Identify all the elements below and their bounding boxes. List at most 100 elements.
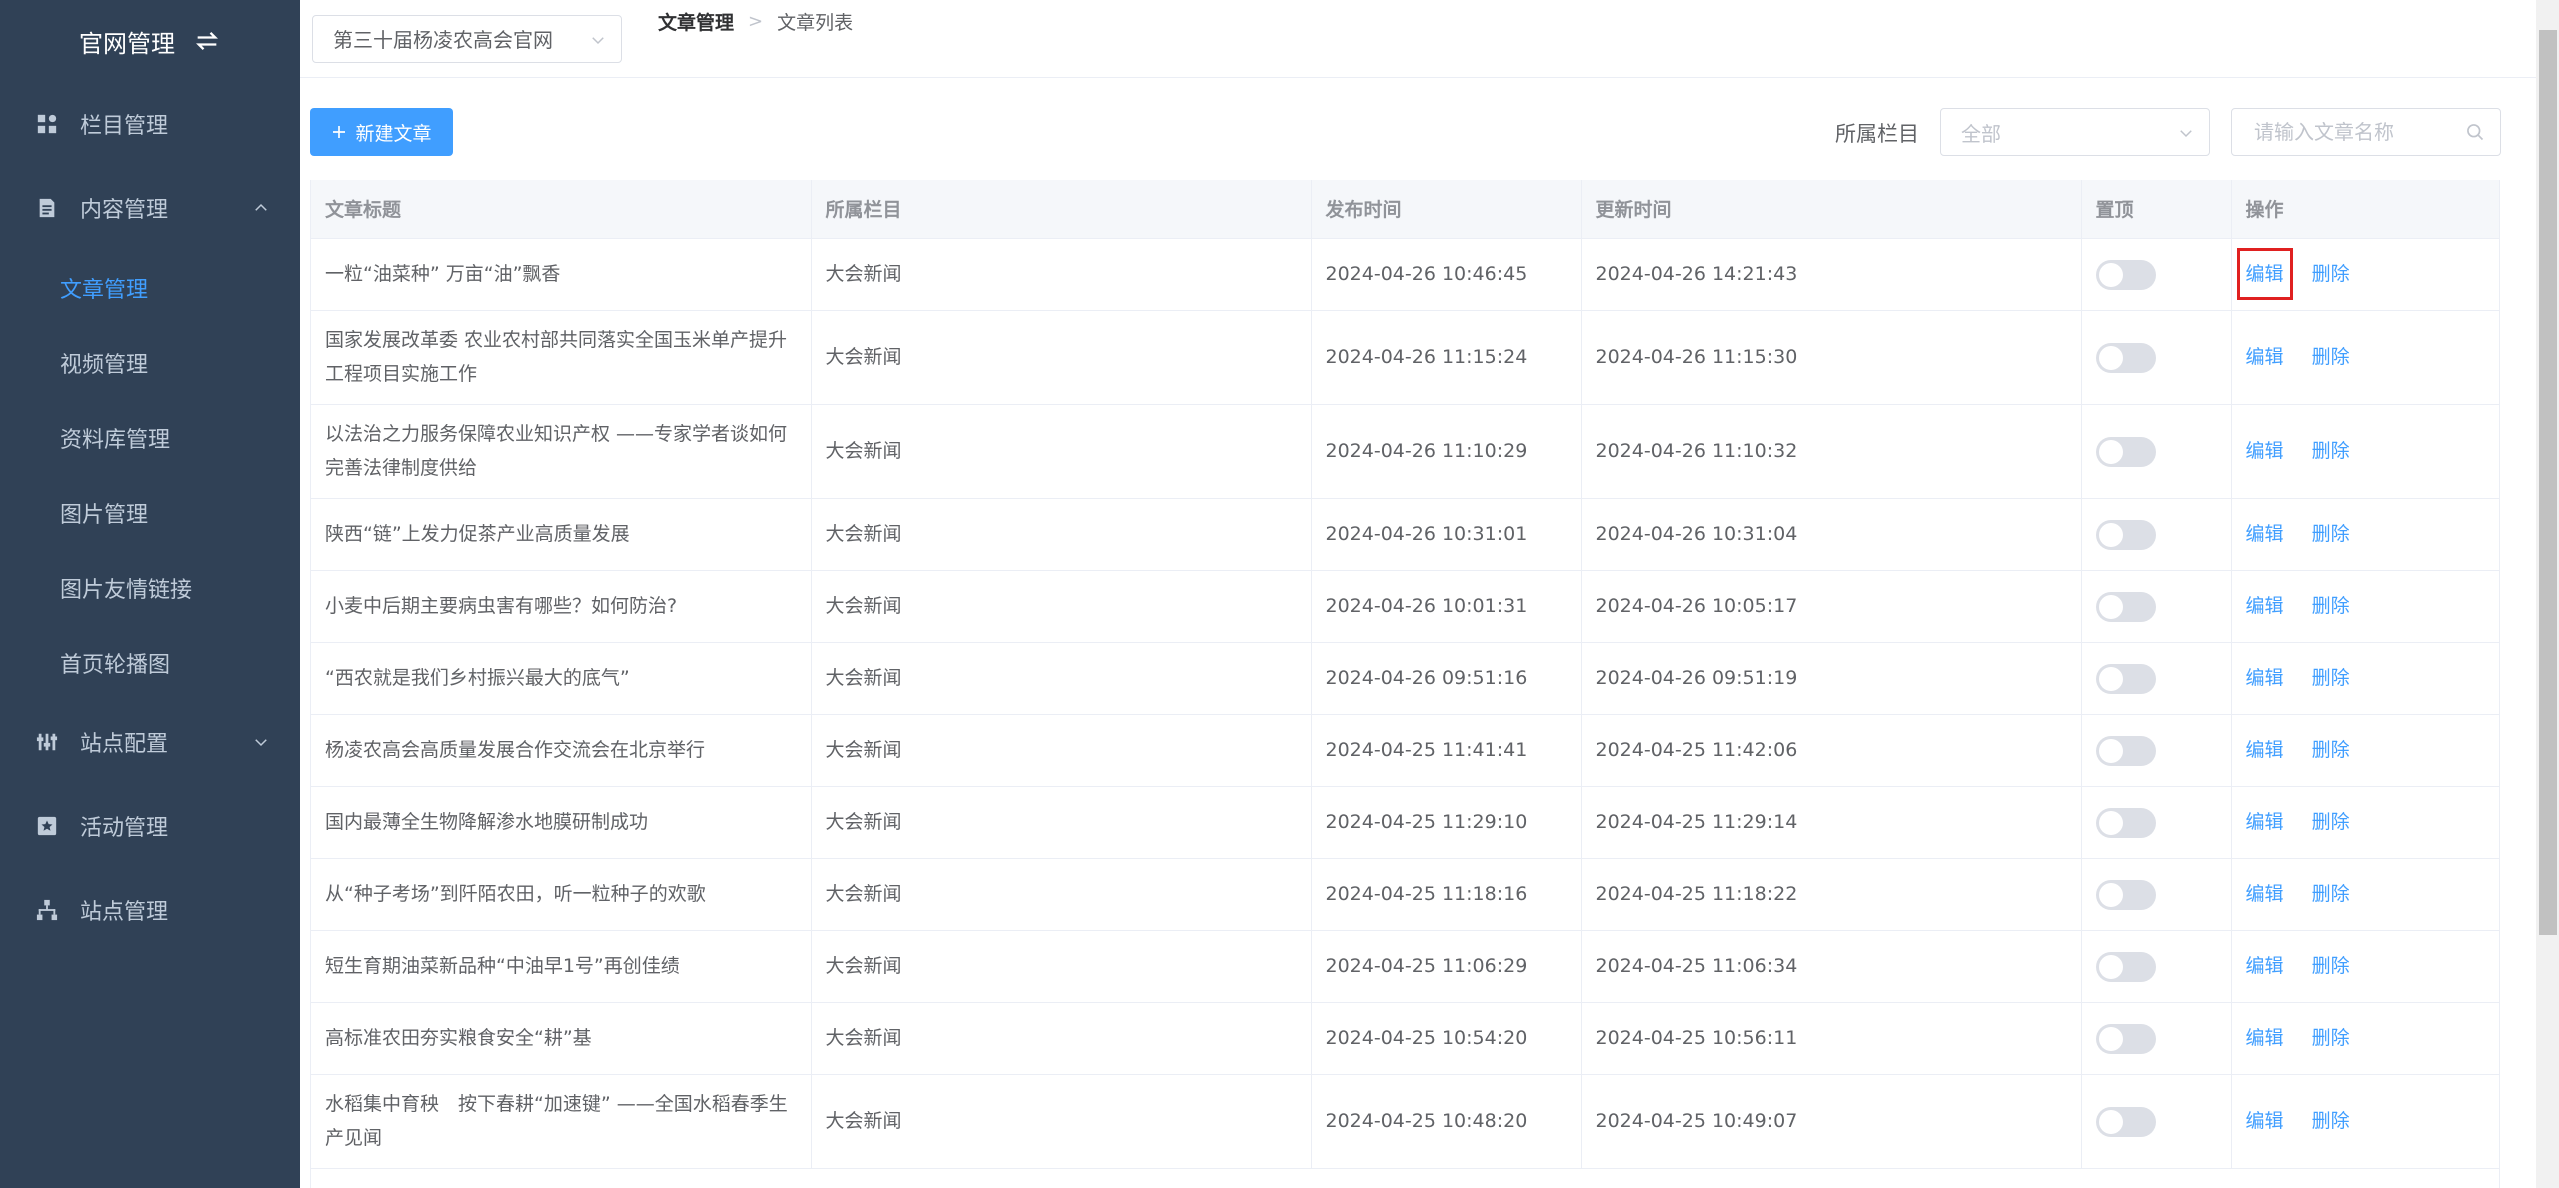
column-header-updated: 更新时间 <box>1581 180 2082 239</box>
settings-icon <box>36 733 58 751</box>
delete-button[interactable]: 删除 <box>2312 589 2350 623</box>
edit-button[interactable]: 编辑 <box>2246 340 2284 374</box>
cell-updated: 2024-04-25 10:56:11 <box>1581 1002 2082 1075</box>
cell-pinned <box>2081 786 2232 859</box>
delete-button[interactable]: 删除 <box>2312 434 2350 468</box>
scrollbar-track[interactable] <box>2536 0 2559 1188</box>
toggle-knob <box>2098 345 2123 370</box>
delete-button[interactable]: 删除 <box>2312 517 2350 551</box>
toggle-knob <box>2098 666 2123 691</box>
delete-button[interactable]: 删除 <box>2312 877 2350 911</box>
edit-button[interactable]: 编辑 <box>2246 949 2284 983</box>
pin-toggle[interactable] <box>2095 519 2156 550</box>
table-row: 小麦中后期主要病虫害有哪些？如何防治? 大会新闻 2024-04-26 10:0… <box>311 570 2499 643</box>
topbar: 第三十届杨凌农高会官网 文章管理 > 文章列表 <box>300 0 2536 78</box>
edit-button[interactable]: 编辑 <box>2246 589 2284 623</box>
cell-pinned <box>2081 238 2232 311</box>
cell-actions: 编辑 删除 <box>2231 498 2499 571</box>
table-row: 短生育期油菜新品种“中油早1号”再创佳绩 大会新闻 2024-04-25 11:… <box>311 930 2499 1003</box>
table-header-row: 文章标题 所属栏目 发布时间 更新时间 置顶 操作 <box>311 180 2499 239</box>
submenu-library-management[interactable]: 资料库管理 <box>0 400 300 475</box>
delete-button[interactable]: 删除 <box>2312 805 2350 839</box>
pin-toggle[interactable] <box>2095 1023 2156 1054</box>
pin-toggle[interactable] <box>2095 591 2156 622</box>
pin-toggle[interactable] <box>2095 436 2156 467</box>
submenu-home-carousel[interactable]: 首页轮播图 <box>0 625 300 700</box>
cell-published: 2024-04-26 10:46:45 <box>1311 238 1582 311</box>
cell-pinned <box>2081 310 2232 405</box>
delete-button[interactable]: 删除 <box>2312 1021 2350 1055</box>
table-row: 从“种子考场”到阡陌农田，听一粒种子的欢歌 大会新闻 2024-04-25 11… <box>311 858 2499 931</box>
toolbar: 新建文章 所属栏目 全部 <box>300 78 2536 180</box>
cell-pinned <box>2081 714 2232 787</box>
cell-category: 大会新闻 <box>811 642 1312 715</box>
submenu-video-management[interactable]: 视频管理 <box>0 325 300 400</box>
cell-published: 2024-04-26 11:15:24 <box>1311 310 1582 405</box>
edit-button[interactable]: 编辑 <box>2246 877 2284 911</box>
pin-toggle[interactable] <box>2095 951 2156 982</box>
submenu-image-management[interactable]: 图片管理 <box>0 475 300 550</box>
cell-published: 2024-04-26 10:01:31 <box>1311 570 1582 643</box>
category-select[interactable]: 全部 <box>1940 108 2210 156</box>
pin-toggle[interactable] <box>2095 259 2156 290</box>
pin-toggle[interactable] <box>2095 342 2156 373</box>
menu-column-management[interactable]: 栏目管理 <box>0 82 300 166</box>
delete-button[interactable]: 删除 <box>2312 257 2350 291</box>
table-row: 一粒“油菜种” 万亩“油”飘香 大会新闻 2024-04-26 10:46:45… <box>311 238 2499 311</box>
edit-button[interactable]: 编辑 <box>2236 248 2293 300</box>
pin-toggle[interactable] <box>2095 807 2156 838</box>
search-input[interactable] <box>2231 108 2501 156</box>
edit-button[interactable]: 编辑 <box>2246 434 2284 468</box>
cell-actions: 编辑 删除 <box>2231 858 2499 931</box>
breadcrumb-separator-icon: > <box>748 11 764 32</box>
delete-button[interactable]: 删除 <box>2312 661 2350 695</box>
site-select[interactable]: 第三十届杨凌农高会官网 <box>312 14 622 63</box>
cell-category: 大会新闻 <box>811 310 1312 405</box>
cell-updated: 2024-04-25 11:18:22 <box>1581 858 2082 931</box>
pin-toggle[interactable] <box>2095 1106 2156 1137</box>
menu-site-config[interactable]: 站点配置 <box>0 700 300 784</box>
delete-button[interactable]: 删除 <box>2312 733 2350 767</box>
pin-toggle[interactable] <box>2095 735 2156 766</box>
menu-content-management[interactable]: 内容管理 <box>0 166 300 250</box>
cell-title: “西农就是我们乡村振兴最大的底气” <box>311 642 812 715</box>
edit-button[interactable]: 编辑 <box>2246 1104 2284 1138</box>
table-row: 高标准农田夯实粮食安全“耕”基 大会新闻 2024-04-25 10:54:20… <box>311 1002 2499 1075</box>
scrollbar-thumb[interactable] <box>2539 30 2557 935</box>
edit-button[interactable]: 编辑 <box>2246 661 2284 695</box>
menu-activity-management[interactable]: 活动管理 <box>0 784 300 868</box>
menu-site-management[interactable]: 站点管理 <box>0 868 300 952</box>
pin-toggle[interactable] <box>2095 879 2156 910</box>
column-header-published: 发布时间 <box>1311 180 1582 239</box>
submenu-image-links[interactable]: 图片友情链接 <box>0 550 300 625</box>
cell-actions: 编辑 删除 <box>2231 1074 2499 1169</box>
table-row: 国家发展改革委 农业农村部共同落实全国玉米单产提升工程项目实施工作 大会新闻 2… <box>311 310 2499 405</box>
delete-button[interactable]: 删除 <box>2312 949 2350 983</box>
table-row: “西农就是我们乡村振兴最大的底气” 大会新闻 2024-04-26 09:51:… <box>311 642 2499 715</box>
table-row: 水稻集中育秧 按下春耕“加速键” ——全国水稻春季生产见闻 大会新闻 2024-… <box>311 1074 2499 1169</box>
delete-button[interactable]: 删除 <box>2312 340 2350 374</box>
breadcrumb-article-management[interactable]: 文章管理 <box>658 8 734 35</box>
cell-pinned <box>2081 404 2232 499</box>
sidebar: 官网管理 栏目管理 内容管理 文章管理 视频管理 资料库管理 图片管理 图片友情… <box>0 0 300 1188</box>
cell-pinned <box>2081 858 2232 931</box>
toggle-knob <box>2098 522 2123 547</box>
submenu-article-management[interactable]: 文章管理 <box>0 250 300 325</box>
edit-button[interactable]: 编辑 <box>2246 517 2284 551</box>
cell-title: 高标准农田夯实粮食安全“耕”基 <box>311 1002 812 1075</box>
cell-pinned <box>2081 1002 2232 1075</box>
delete-button[interactable]: 删除 <box>2312 1104 2350 1138</box>
edit-button[interactable]: 编辑 <box>2246 805 2284 839</box>
new-article-button[interactable]: 新建文章 <box>310 108 453 156</box>
pin-toggle[interactable] <box>2095 663 2156 694</box>
edit-button[interactable]: 编辑 <box>2246 733 2284 767</box>
cell-updated: 2024-04-25 11:29:14 <box>1581 786 2082 859</box>
switch-icon[interactable] <box>193 27 221 55</box>
column-header-category: 所属栏目 <box>811 180 1312 239</box>
chevron-up-icon <box>255 203 267 211</box>
edit-button[interactable]: 编辑 <box>2246 1021 2284 1055</box>
table-row: 国内最薄全生物降解渗水地膜研制成功 大会新闻 2024-04-25 11:29:… <box>311 786 2499 859</box>
chevron-down-icon <box>592 36 604 44</box>
search-icon[interactable] <box>2465 122 2485 142</box>
toggle-knob <box>2098 1026 2123 1051</box>
